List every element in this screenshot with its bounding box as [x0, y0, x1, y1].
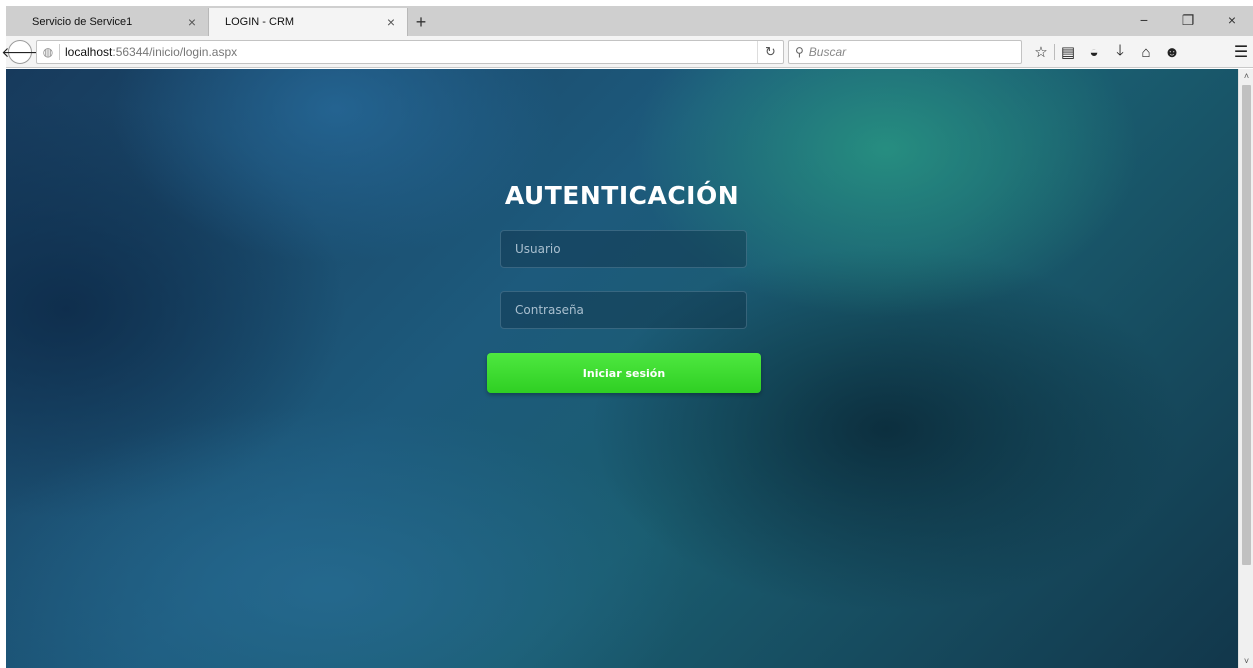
address-bar[interactable]: ◍ localhost :56344/inicio/login.aspx ↻: [36, 40, 784, 64]
download-icon[interactable]: 🡓: [1107, 40, 1133, 64]
username-input[interactable]: [500, 230, 747, 268]
scroll-thumb[interactable]: [1242, 85, 1251, 565]
scroll-down-icon[interactable]: ˅: [1239, 654, 1253, 668]
close-window-button[interactable]: ×: [1212, 6, 1252, 34]
restore-button[interactable]: ❐: [1168, 6, 1208, 34]
chat-icon[interactable]: ☻: [1159, 40, 1185, 64]
page-viewport: AUTENTICACIÓN Iniciar sesión: [6, 69, 1238, 668]
minimize-button[interactable]: −: [1124, 6, 1164, 34]
pocket-icon[interactable]: ◒: [1081, 40, 1107, 64]
tab-servicio[interactable]: Servicio de Service1 ×: [10, 8, 208, 36]
navigation-bar: 🡐 ◍ localhost :56344/inicio/login.aspx ↻…: [1, 36, 1253, 68]
bookmark-star-icon[interactable]: ☆: [1028, 40, 1054, 64]
url-host: localhost: [65, 45, 113, 59]
scroll-up-icon[interactable]: ˄: [1239, 69, 1253, 83]
search-icon: ⚲: [795, 45, 804, 59]
menu-button[interactable]: ☰: [1228, 40, 1253, 64]
search-bar[interactable]: ⚲ Buscar: [788, 40, 1022, 64]
tab-strip: Servicio de Service1 × LOGIN - CRM × + −…: [0, 0, 1253, 37]
password-input[interactable]: [500, 291, 747, 329]
tab-login-crm[interactable]: LOGIN - CRM ×: [208, 8, 408, 36]
tab-title: LOGIN - CRM: [225, 16, 295, 28]
page-title: AUTENTICACIÓN: [504, 181, 740, 210]
reload-icon: ↻: [765, 44, 776, 59]
url-path: :56344/inicio/login.aspx: [112, 45, 238, 59]
new-tab-button[interactable]: +: [408, 10, 434, 34]
tab-close-icon[interactable]: ×: [184, 14, 200, 30]
toolbar-icons: ☆ ▤ ◒ 🡓 ⌂ ☻: [1028, 40, 1185, 64]
back-button[interactable]: 🡐: [1, 40, 39, 64]
login-button[interactable]: Iniciar sesión: [487, 353, 761, 393]
vertical-scrollbar[interactable]: ˄ ˅: [1238, 69, 1253, 668]
tab-close-icon[interactable]: ×: [383, 14, 399, 30]
menu-icon: ☰: [1233, 44, 1249, 61]
search-placeholder: Buscar: [808, 45, 847, 59]
reading-list-icon[interactable]: ▤: [1055, 40, 1081, 64]
globe-icon: ◍: [42, 45, 54, 59]
reload-button[interactable]: ↻: [757, 41, 783, 63]
home-icon[interactable]: ⌂: [1133, 40, 1159, 64]
back-arrow-icon: 🡐: [1, 43, 39, 60]
url-separator: [59, 44, 60, 60]
tab-title: Servicio de Service1: [32, 16, 133, 28]
